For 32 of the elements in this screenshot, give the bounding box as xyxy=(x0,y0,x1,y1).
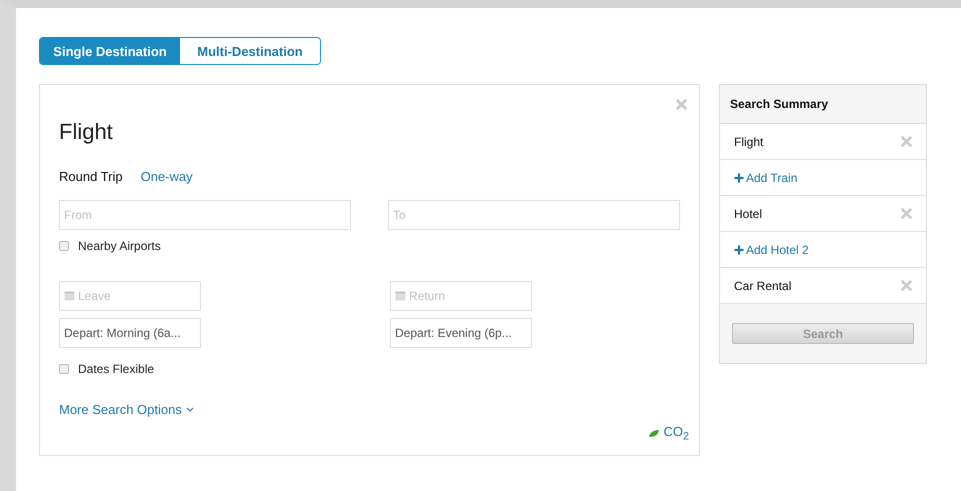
return-date-field[interactable]: Return xyxy=(390,281,532,311)
add-link[interactable]: Add Train xyxy=(734,170,798,184)
checkbox[interactable] xyxy=(59,241,69,251)
leave-date-field[interactable]: Leave xyxy=(59,281,201,311)
checkbox[interactable] xyxy=(59,364,69,374)
calendar-icon xyxy=(64,290,75,301)
plus-icon xyxy=(734,172,744,182)
from-field[interactable]: From xyxy=(59,200,351,230)
add-link[interactable]: Add Hotel 2 xyxy=(734,242,809,256)
remove-icon[interactable] xyxy=(901,280,912,291)
trip-type-link[interactable]: One-way xyxy=(140,169,193,184)
trip-type-link[interactable]: Round Trip xyxy=(59,169,123,184)
remove-icon[interactable] xyxy=(901,136,912,147)
departure-time-select[interactable]: Depart: Morning (6a... xyxy=(59,318,201,348)
leaf-icon xyxy=(648,429,660,438)
remove-icon[interactable] xyxy=(901,208,912,219)
close-icon[interactable] xyxy=(676,99,687,110)
more-options-link[interactable]: More Search Options xyxy=(59,402,194,417)
to-field[interactable]: To xyxy=(388,200,680,230)
plus-icon xyxy=(734,244,744,254)
calendar-icon xyxy=(395,290,406,301)
checkbox-label: Dates Flexible xyxy=(78,362,154,376)
return-time-select[interactable]: Depart: Evening (6p... xyxy=(390,318,532,348)
summary-item: Car Rental xyxy=(734,278,792,292)
mode-tab[interactable]: Single Destination xyxy=(40,38,180,64)
chevron-down-icon xyxy=(186,407,194,412)
summary-item: Hotel xyxy=(734,206,762,220)
summary-item: Flight xyxy=(734,134,764,148)
checkbox-label: Nearby Airports xyxy=(78,239,161,253)
co2-link[interactable]: CO$_{2}$ xyxy=(663,424,689,443)
panel-title: Flight xyxy=(59,119,114,145)
summary-title: Search Summary xyxy=(720,85,926,124)
